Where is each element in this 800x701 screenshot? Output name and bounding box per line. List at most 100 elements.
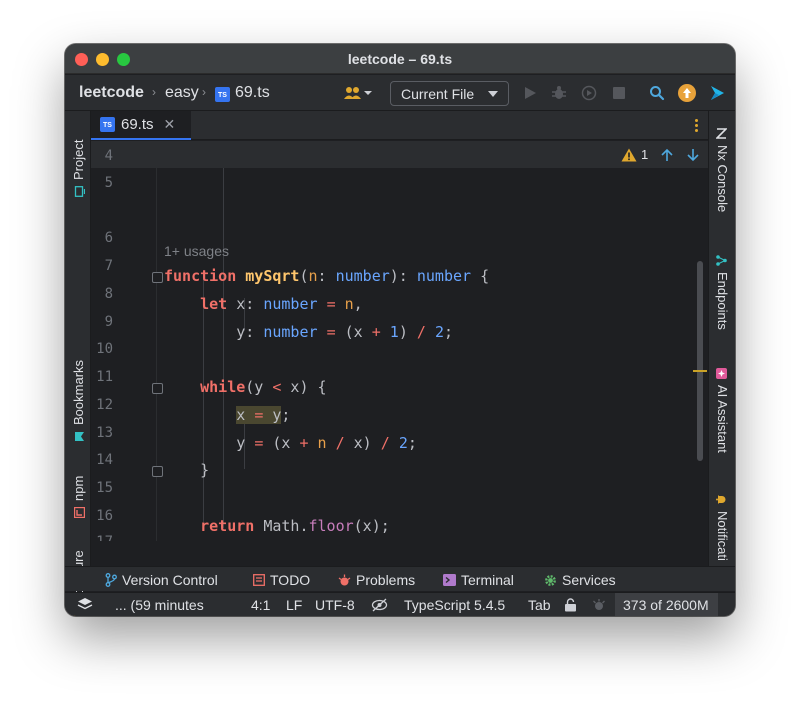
debug-icon[interactable]: [549, 83, 569, 103]
bell-icon: [716, 494, 728, 505]
caret-position[interactable]: 4:1: [251, 597, 270, 613]
npm-icon: [73, 506, 86, 518]
code-line: }: [164, 461, 210, 479]
line-number: 9: [104, 314, 113, 330]
tool-window-problems[interactable]: Problems: [338, 572, 415, 588]
tool-window-todo[interactable]: TODO: [253, 572, 310, 588]
close-icon[interactable]: ✕: [164, 116, 176, 133]
line-number: 11: [96, 369, 113, 385]
code-line: while(y < x) {: [200, 378, 327, 396]
file-encoding[interactable]: UTF-8: [315, 597, 355, 613]
stop-icon[interactable]: [609, 83, 629, 103]
tool-window-todo-label: TODO: [270, 572, 311, 588]
run-configuration-dropdown[interactable]: Current File: [390, 81, 509, 106]
fold-marker-icon[interactable]: [152, 383, 163, 394]
memory-indicator[interactable]: 373 of 2600M: [615, 593, 718, 616]
line-number: 8: [104, 286, 113, 302]
tool-window-services[interactable]: Services: [544, 572, 616, 588]
layers-icon[interactable]: [77, 597, 93, 615]
ai-assistant-icon: [716, 368, 728, 379]
tool-tab-notifications-label: Notificati: [715, 511, 730, 561]
left-tool-strip: Project Bookmarks npm Structure: [65, 111, 91, 616]
line-number: 7: [104, 258, 113, 274]
right-tool-strip: Nx Console Endpoints AI Assistant Notifi…: [708, 111, 735, 566]
breadcrumb-project[interactable]: leetcode: [79, 84, 144, 102]
gear-icon: [545, 574, 556, 586]
tool-tab-ai-assistant-label: AI Assistant: [715, 385, 730, 453]
code-line: let x: number = n,: [200, 295, 363, 313]
editor-tab-bar: TS 69.ts ✕: [91, 111, 708, 140]
tool-tab-npm[interactable]: npm: [71, 476, 86, 518]
fold-marker-icon[interactable]: [152, 466, 163, 477]
code-line: return Math.floor(x);: [200, 517, 390, 535]
tab-69-ts[interactable]: TS 69.ts ✕: [91, 111, 191, 140]
breadcrumb-folder[interactable]: easy: [165, 84, 199, 102]
profile-icon[interactable]: [579, 83, 599, 103]
nx-icon: [715, 128, 728, 139]
indent-guide: [223, 168, 224, 528]
tool-window-version-control-label: Version Control: [122, 572, 218, 588]
tool-window-version-control[interactable]: Version Control: [105, 572, 218, 588]
todo-icon: [253, 574, 265, 586]
code-line: function mySqrt(n: number): number {: [164, 267, 490, 285]
tool-tab-npm-label: npm: [71, 475, 86, 501]
ide-window: leetcode – 69.ts leetcode › easy › TS 69…: [65, 44, 735, 616]
ide-update-icon[interactable]: [677, 83, 697, 103]
line-number: 12: [96, 397, 113, 413]
chevron-down-icon: [488, 91, 498, 97]
line-number: 14: [96, 452, 113, 468]
tool-window-terminal[interactable]: Terminal: [443, 572, 514, 588]
vcs-status[interactable]: ... (59 minutes: [115, 597, 204, 613]
tool-tab-nx-console-label: Nx Console: [715, 145, 730, 213]
code-editor[interactable]: 1 4 5 6 7 8 9 10 11 12 13 14 15 16 17 1+…: [91, 141, 708, 541]
code-line: y = (x + n / x) / 2;: [164, 434, 417, 452]
title-bar: leetcode – 69.ts: [65, 44, 735, 74]
breadcrumb-separator-icon: ›: [202, 85, 206, 99]
tool-tab-project-label: Project: [71, 139, 86, 180]
branch-icon: [105, 573, 117, 587]
code-with-me-icon[interactable]: [343, 83, 373, 103]
line-number: 13: [96, 425, 113, 441]
previous-highlight-icon[interactable]: [660, 148, 674, 162]
warning-count: 1: [641, 147, 649, 162]
main-toolbar: leetcode › easy › TS 69.ts Current File: [65, 75, 735, 111]
lock-icon[interactable]: [564, 598, 577, 615]
fold-marker-icon[interactable]: [152, 272, 163, 283]
tool-window-services-label: Services: [562, 572, 616, 588]
breadcrumb-separator-icon: ›: [152, 85, 156, 99]
tool-tab-project[interactable]: Project: [71, 140, 86, 197]
line-number: 16: [96, 508, 113, 524]
jetbrains-ai-icon[interactable]: [707, 83, 727, 103]
breadcrumb-file[interactable]: 69.ts: [235, 84, 270, 102]
prettier-disabled-icon[interactable]: [371, 598, 388, 615]
run-configuration-label: Current File: [401, 86, 475, 102]
run-icon[interactable]: [520, 83, 540, 103]
tool-tab-endpoints[interactable]: Endpoints: [715, 255, 730, 330]
line-number: 10: [96, 341, 113, 357]
more-options-icon[interactable]: [695, 119, 698, 134]
bookmark-icon: [73, 431, 84, 442]
language-service[interactable]: TypeScript 5.4.5: [404, 597, 505, 613]
tool-tab-bookmarks[interactable]: Bookmarks: [71, 360, 86, 442]
line-number: 5: [104, 175, 113, 191]
inspector-icon[interactable]: [592, 598, 606, 615]
problems-icon: [338, 574, 351, 585]
code-line: x = y;: [236, 406, 291, 424]
inspection-widget[interactable]: 1: [621, 147, 700, 162]
usages-hint[interactable]: 1+ usages: [164, 243, 229, 259]
tool-tab-endpoints-label: Endpoints: [715, 272, 730, 330]
monitor-icon: [73, 186, 86, 197]
line-separator[interactable]: LF: [286, 597, 302, 613]
tool-tab-ai-assistant[interactable]: AI Assistant: [715, 368, 730, 453]
tool-window-problems-label: Problems: [356, 572, 416, 588]
typescript-file-icon: TS: [215, 87, 230, 102]
tool-window-terminal-label: Terminal: [461, 572, 514, 588]
indent-setting[interactable]: Tab: [528, 597, 551, 613]
tool-tab-nx-console[interactable]: Nx Console: [715, 128, 730, 212]
code-line: y: number = (x + 1) / 2;: [164, 323, 453, 341]
vertical-scrollbar[interactable]: [697, 261, 703, 461]
tool-tab-notifications[interactable]: Notificati: [715, 494, 730, 561]
search-icon[interactable]: [647, 83, 667, 103]
next-highlight-icon[interactable]: [686, 148, 700, 162]
warning-marker[interactable]: [693, 370, 707, 372]
